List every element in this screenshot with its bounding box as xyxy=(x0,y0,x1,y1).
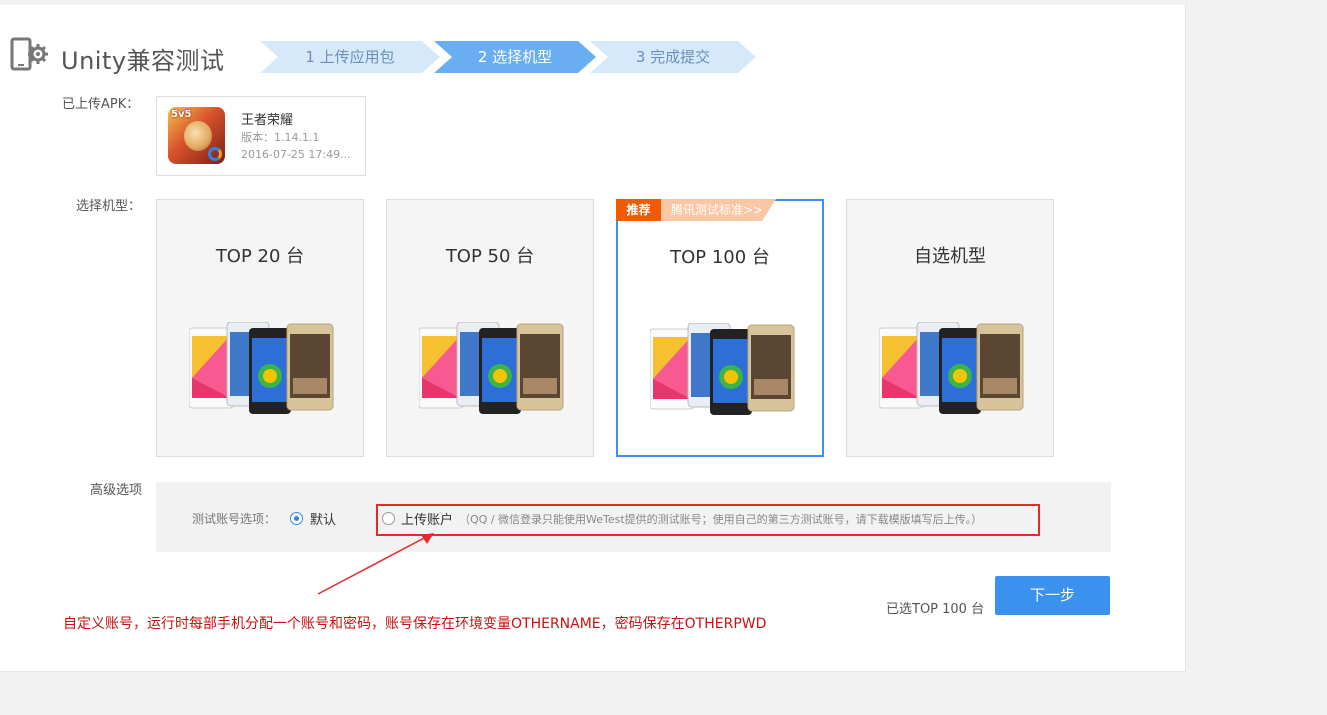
phones-image xyxy=(419,322,564,414)
annotation-text: 自定义账号，运行时每部手机分配一个账号和密码，账号保存在环境变量OTHERNAM… xyxy=(63,616,767,632)
step-upload-package[interactable]: 1 上传应用包 xyxy=(260,41,440,73)
game-app-icon: 5v5 xyxy=(168,107,225,164)
recommend-tag: 推荐 xyxy=(616,199,661,221)
device-settings-icon xyxy=(10,37,48,71)
model-option-title: 自选机型 xyxy=(914,246,986,267)
step-select-models[interactable]: 2 选择机型 xyxy=(434,41,596,73)
step-submit[interactable]: 3 完成提交 xyxy=(590,41,756,73)
radio-default-label[interactable]: 默认 xyxy=(310,509,336,528)
advanced-label: 高级选项 xyxy=(90,483,143,498)
tencent-standard-link[interactable]: 腾讯测试标准>> xyxy=(661,199,776,221)
radio-default[interactable] xyxy=(290,512,303,525)
selected-summary: 已选TOP 100 台 xyxy=(886,602,985,617)
page-title: Unity兼容测试 xyxy=(61,47,225,75)
phones-image xyxy=(879,322,1024,414)
model-option-top100[interactable]: TOP 100 台 xyxy=(616,199,824,457)
apk-card: 5v5 王者荣耀 版本：1.14.1.1 2016-07-25 17:49... xyxy=(156,96,366,176)
apk-upload-date: 2016-07-25 17:49... xyxy=(241,148,351,161)
model-option-top20[interactable]: TOP 20 台 xyxy=(156,199,364,457)
models-label: 选择机型： xyxy=(76,199,142,214)
model-option-title: TOP 20 台 xyxy=(215,246,305,267)
apk-name: 王者荣耀 xyxy=(241,113,294,128)
main-panel: Unity兼容测试 1 上传应用包 2 选择机型 3 完成提交 已上传APK： … xyxy=(0,5,1186,672)
model-option-title: TOP 50 台 xyxy=(445,246,535,267)
highlight-box xyxy=(376,504,1040,536)
phones-image xyxy=(650,323,795,415)
model-option-custom[interactable]: 自选机型 xyxy=(846,199,1054,457)
hero-portrait xyxy=(184,121,212,151)
apk-version: 版本：1.14.1.1 xyxy=(241,131,320,144)
phones-image xyxy=(189,322,334,414)
apk-label: 已上传APK： xyxy=(62,97,140,112)
account-option-label: 测试账号选项： xyxy=(192,512,277,526)
next-step-button[interactable]: 下一步 xyxy=(995,576,1110,615)
model-option-title: TOP 100 台 xyxy=(670,247,770,268)
model-option-top50[interactable]: TOP 50 台 xyxy=(386,199,594,457)
apk-icon-badge: 5v5 xyxy=(171,109,192,120)
publisher-logo-icon xyxy=(208,147,222,161)
